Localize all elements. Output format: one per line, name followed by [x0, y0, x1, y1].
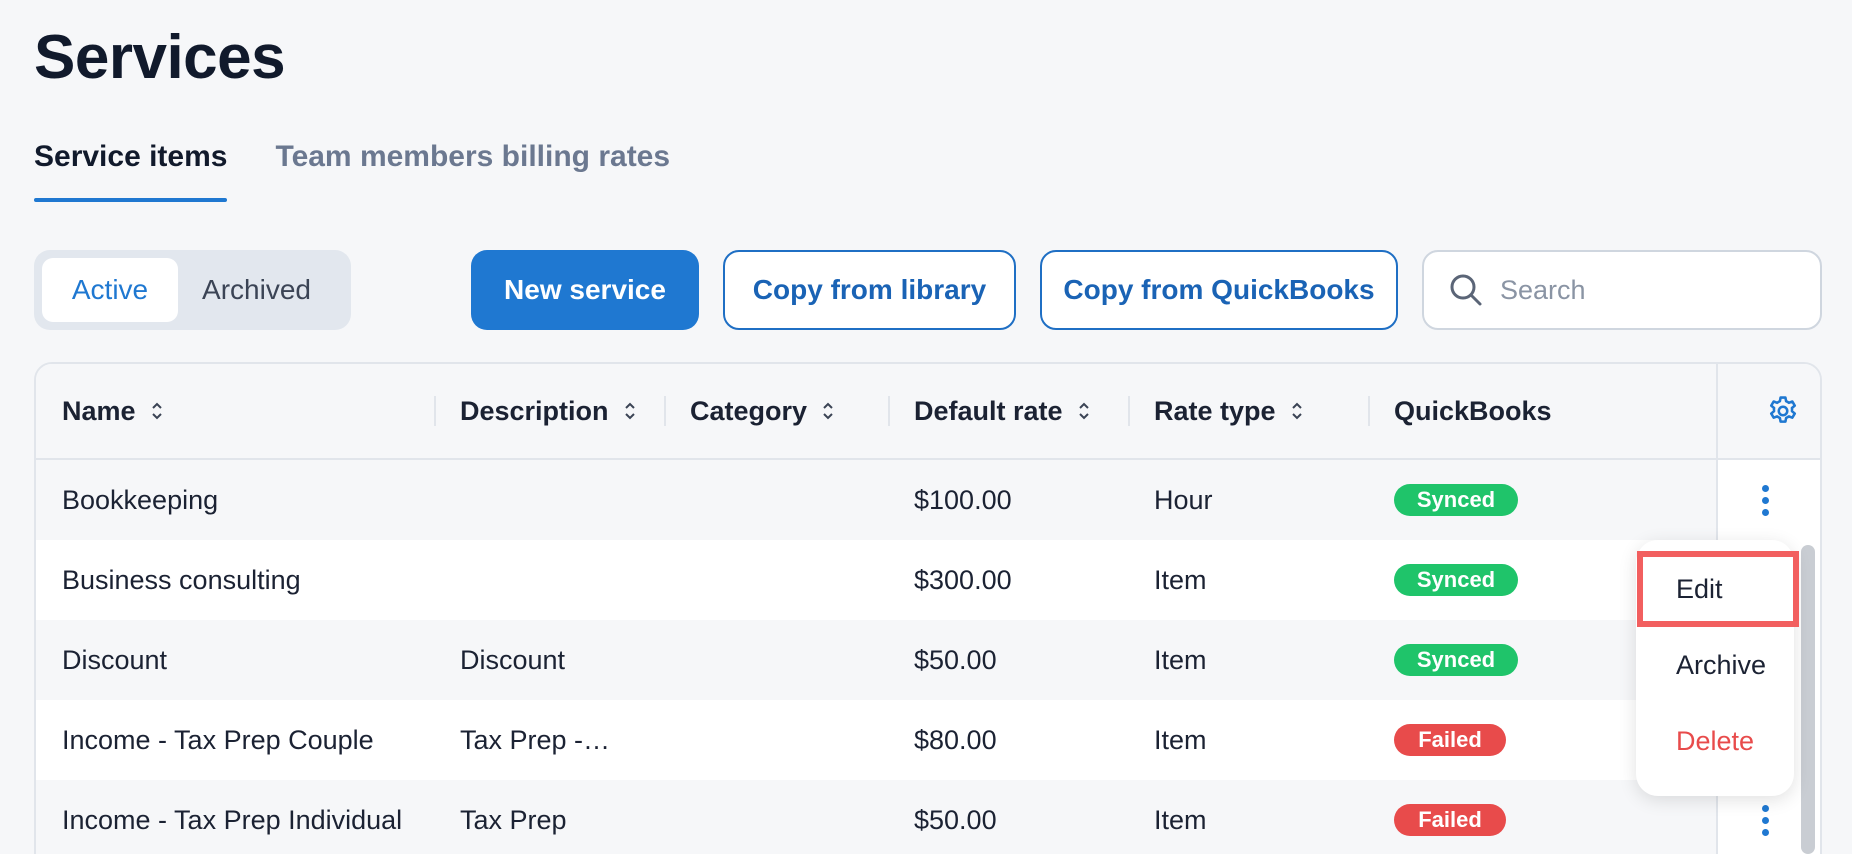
column-divider — [888, 396, 890, 426]
cell-default-rate: $100.00 — [914, 484, 1012, 515]
row-actions-kebab-icon[interactable] — [1750, 480, 1780, 520]
column-header-quickbooks: QuickBooks — [1394, 364, 1552, 458]
cell-default-rate: $50.00 — [914, 804, 997, 835]
search-icon — [1450, 274, 1482, 306]
menu-item-archive[interactable]: Archive — [1676, 650, 1766, 681]
status-filter-toggle: Active Archived — [34, 250, 351, 330]
cell-name: Bookkeeping — [62, 484, 219, 515]
column-label: QuickBooks — [1394, 395, 1552, 426]
sort-icon — [151, 402, 162, 420]
tab-service-items[interactable]: Service items — [34, 140, 228, 202]
cell-default-rate: $80.00 — [914, 724, 997, 755]
status-badge: Synced — [1394, 644, 1518, 676]
sort-icon — [1078, 402, 1089, 420]
sort-icon — [1291, 402, 1302, 420]
status-badge: Failed — [1394, 804, 1506, 836]
cell-rate-type: Item — [1154, 564, 1207, 595]
menu-item-delete[interactable]: Delete — [1676, 726, 1754, 757]
menu-item-edit[interactable]: Edit — [1676, 574, 1723, 605]
copy-from-library-button[interactable]: Copy from library — [723, 250, 1016, 330]
cell-default-rate: $50.00 — [914, 644, 997, 675]
row-actions-kebab-icon[interactable] — [1750, 800, 1780, 840]
filter-active[interactable]: Active — [42, 258, 178, 322]
cell-name: Income - Tax Prep Couple — [62, 724, 374, 755]
cell-default-rate: $300.00 — [914, 564, 1012, 595]
copy-from-quickbooks-button[interactable]: Copy from QuickBooks — [1040, 250, 1398, 330]
status-badge: Failed — [1394, 724, 1506, 756]
cell-rate-type: Item — [1154, 644, 1207, 675]
column-divider — [434, 396, 436, 426]
search-box — [1422, 250, 1822, 330]
search-input[interactable] — [1500, 274, 1800, 306]
cell-name: Income - Tax Prep Individual — [62, 804, 403, 835]
cell-rate-type: Item — [1154, 724, 1207, 755]
column-header-default-rate[interactable]: Default rate — [914, 364, 1091, 458]
column-label: Default rate — [914, 395, 1063, 426]
cell-name: Business consulting — [62, 564, 301, 595]
cell-rate-type: Hour — [1154, 484, 1213, 515]
column-header-description[interactable]: Description — [460, 364, 637, 458]
column-label: Rate type — [1154, 395, 1276, 426]
status-badge: Synced — [1394, 484, 1518, 516]
table-row[interactable]: Income - Tax Prep Couple Tax Prep -… $80… — [36, 700, 1716, 780]
cell-description: Tax Prep -… — [460, 724, 611, 755]
gear-icon[interactable] — [1766, 394, 1800, 428]
page-title: Services — [34, 23, 286, 92]
column-header-rate-type[interactable]: Rate type — [1154, 364, 1304, 458]
column-label: Description — [460, 395, 609, 426]
table-row[interactable]: Discount Discount $50.00 Item Synced — [36, 620, 1716, 700]
cell-name: Discount — [62, 644, 168, 675]
status-badge: Synced — [1394, 564, 1518, 596]
column-divider — [1368, 396, 1370, 426]
column-header-category[interactable]: Category — [690, 364, 835, 458]
sort-icon — [624, 402, 635, 420]
column-header-name[interactable]: Name — [62, 364, 164, 458]
table-row[interactable]: Income - Tax Prep Individual Tax Prep $5… — [36, 780, 1716, 854]
filter-archived[interactable]: Archived — [178, 258, 335, 322]
column-divider — [1128, 396, 1130, 426]
scrollbar[interactable] — [1801, 545, 1815, 854]
column-label: Name — [62, 395, 136, 426]
cell-description: Discount — [460, 644, 566, 675]
services-table: Name Description Category Default rate R… — [34, 362, 1822, 854]
table-header: Name Description Category Default rate R… — [36, 364, 1820, 460]
tab-team-members-billing-rates[interactable]: Team members billing rates — [275, 140, 670, 202]
cell-rate-type: Item — [1154, 804, 1207, 835]
tab-bar: Service items Team members billing rates — [34, 140, 670, 202]
column-divider — [664, 396, 666, 426]
new-service-button[interactable]: New service — [471, 250, 699, 330]
row-context-menu: Edit Archive Delete — [1636, 540, 1794, 796]
table-row[interactable]: Bookkeeping $100.00 Hour Synced — [36, 460, 1716, 540]
cell-description: Tax Prep — [460, 804, 567, 835]
table-row[interactable]: Business consulting $300.00 Item Synced — [36, 540, 1716, 620]
column-label: Category — [690, 395, 808, 426]
sort-icon — [823, 402, 833, 420]
